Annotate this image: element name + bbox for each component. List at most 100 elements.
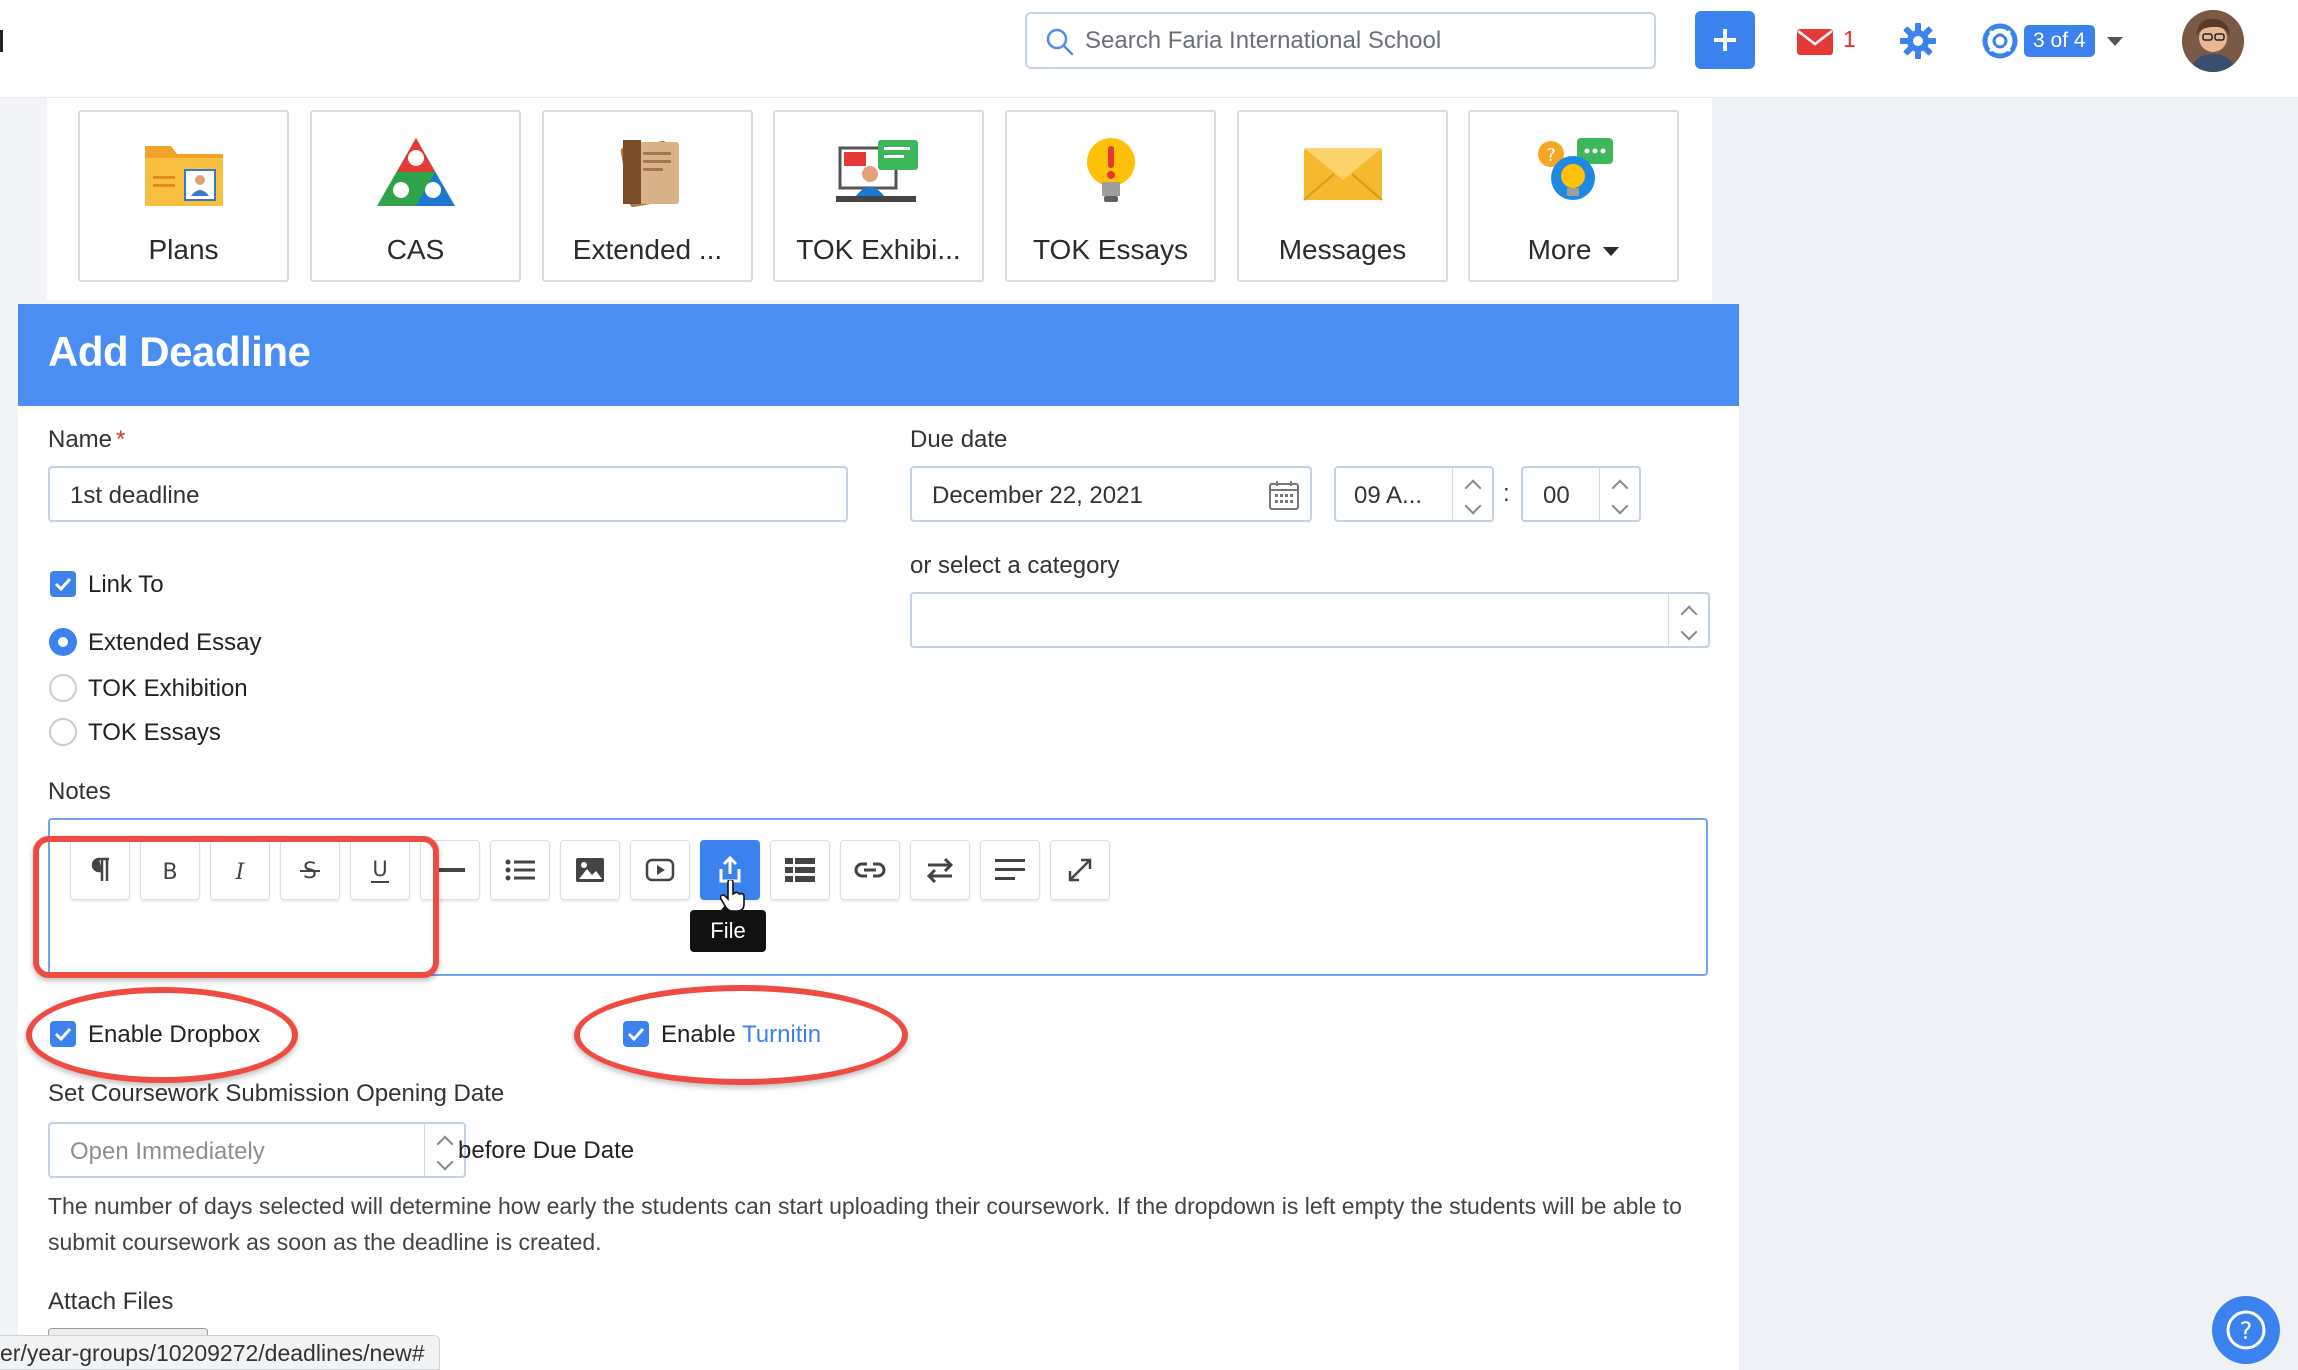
tok-exhibition-icon bbox=[835, 140, 918, 202]
user-photo-icon bbox=[2182, 10, 2244, 72]
text-direction-icon bbox=[926, 857, 954, 883]
hour-value: 09 A... bbox=[1354, 482, 1423, 509]
file-tooltip: File bbox=[690, 902, 766, 952]
search-icon bbox=[1046, 28, 1074, 56]
opening-date-help-text: The number of days selected will determi… bbox=[48, 1193, 1682, 1255]
app-tiles-bar: Plans CAS Extended ... TOK Exhibi... TOK… bbox=[47, 98, 1712, 300]
category-spinner[interactable] bbox=[1668, 594, 1708, 646]
name-label: Name * bbox=[48, 426, 125, 454]
radio-tok-essays[interactable] bbox=[49, 718, 77, 746]
lightbulb-icon bbox=[1086, 138, 1135, 202]
option-extended-essay: Extended Essay bbox=[88, 629, 262, 656]
table-icon bbox=[785, 858, 815, 882]
due-date-field[interactable]: December 22, 2021 bbox=[910, 466, 1312, 522]
tile-label: More bbox=[1470, 234, 1677, 266]
option-tok-essays: TOK Essays bbox=[88, 719, 221, 746]
expand-icon bbox=[1068, 858, 1092, 882]
due-date-value: December 22, 2021 bbox=[932, 482, 1143, 509]
hour-spinner[interactable] bbox=[1452, 468, 1492, 520]
chevron-down-icon bbox=[1680, 623, 1697, 641]
modal-title: Add Deadline bbox=[48, 328, 311, 375]
opening-date-label: Set Coursework Submission Opening Date bbox=[48, 1080, 505, 1107]
mail-icon[interactable] bbox=[1796, 28, 1834, 56]
chevron-down-icon bbox=[1611, 497, 1628, 515]
modal-header: Add Deadline bbox=[18, 304, 1739, 406]
tile-label: TOK Essays bbox=[1032, 234, 1189, 265]
video-button[interactable] bbox=[630, 840, 690, 900]
annotation-turnitin-highlight bbox=[574, 985, 908, 1085]
search-box[interactable] bbox=[1025, 12, 1656, 69]
tile-extended-essay[interactable]: Extended ... bbox=[542, 110, 753, 282]
due-date-label: Due date bbox=[910, 426, 1008, 453]
tile-plans[interactable]: Plans bbox=[78, 110, 289, 282]
chevron-up-icon bbox=[1611, 479, 1628, 497]
radio-tok-exhibition[interactable] bbox=[49, 674, 77, 702]
option-tok-exhibition: TOK Exhibition bbox=[88, 675, 248, 702]
plus-icon bbox=[1714, 29, 1736, 51]
svg-text:?: ? bbox=[1546, 145, 1556, 166]
chevron-down-icon bbox=[436, 1153, 453, 1171]
extended-essay-books-icon bbox=[620, 140, 679, 208]
avatar[interactable] bbox=[2182, 10, 2244, 72]
category-label: or select a category bbox=[910, 552, 1120, 579]
notes-label: Notes bbox=[48, 778, 111, 805]
envelope-icon bbox=[1302, 148, 1383, 201]
minute-value: 00 bbox=[1543, 482, 1570, 509]
align-button[interactable] bbox=[980, 840, 1040, 900]
tile-label: CAS bbox=[386, 234, 445, 265]
mail-count-badge[interactable]: 1 bbox=[1843, 26, 1856, 53]
image-button[interactable] bbox=[560, 840, 620, 900]
tile-cas[interactable]: CAS bbox=[310, 110, 521, 282]
before-due-date-text: before Due Date bbox=[458, 1137, 635, 1164]
add-deadline-modal: Add Deadline Name * 1st deadline Due date… bbox=[18, 304, 1739, 1370]
plans-folder-icon bbox=[144, 146, 223, 206]
search-input[interactable] bbox=[1085, 23, 1645, 59]
caret-down-icon bbox=[1603, 247, 1620, 257]
lifebuoy-icon bbox=[1982, 23, 2018, 59]
hour-select[interactable]: 09 A... bbox=[1334, 466, 1494, 522]
svg-text:?: ? bbox=[2240, 1317, 2253, 1345]
chevron-down-icon bbox=[2106, 36, 2123, 46]
tile-more[interactable]: ? More bbox=[1468, 110, 1679, 282]
text-direction-button[interactable] bbox=[910, 840, 970, 900]
name-field[interactable]: 1st deadline bbox=[48, 466, 848, 522]
chevron-up-icon bbox=[1680, 605, 1697, 623]
annotation-dropbox-highlight bbox=[26, 987, 298, 1083]
tile-tok-essays[interactable]: TOK Essays bbox=[1005, 110, 1216, 282]
calendar-icon[interactable] bbox=[1268, 479, 1300, 511]
chevron-up-icon bbox=[1464, 479, 1481, 497]
link-button[interactable] bbox=[840, 840, 900, 900]
name-field-value: 1st deadline bbox=[70, 482, 200, 509]
time-separator: : bbox=[1503, 480, 1510, 507]
tile-messages[interactable]: Messages bbox=[1237, 110, 1448, 282]
list-icon bbox=[505, 859, 535, 881]
table-button[interactable] bbox=[770, 840, 830, 900]
category-select[interactable] bbox=[910, 592, 1710, 648]
help-menu[interactable]: 3 of 4 bbox=[1982, 22, 2123, 60]
question-circle-icon: ? bbox=[2226, 1310, 2266, 1350]
fullscreen-button[interactable] bbox=[1050, 840, 1110, 900]
tile-label: Messages bbox=[1278, 234, 1407, 265]
name-label-text: Name bbox=[48, 426, 113, 453]
minute-spinner[interactable] bbox=[1599, 468, 1639, 520]
gear-icon[interactable] bbox=[1899, 22, 1937, 60]
top-bar: 1 3 of 4 bbox=[0, 0, 2298, 98]
add-button[interactable] bbox=[1695, 11, 1755, 69]
chevron-up-icon bbox=[436, 1135, 453, 1153]
minute-select[interactable]: 00 bbox=[1521, 466, 1641, 522]
tile-label: Plans bbox=[148, 234, 219, 265]
list-button[interactable] bbox=[490, 840, 550, 900]
annotation-link-to-highlight bbox=[33, 836, 439, 978]
tile-label: Extended ... bbox=[572, 234, 723, 265]
tile-tok-exhibition[interactable]: TOK Exhibi... bbox=[773, 110, 984, 282]
required-marker: * bbox=[116, 426, 126, 453]
cas-triangle-icon bbox=[376, 138, 455, 206]
help-chat-button[interactable]: ? bbox=[2212, 1296, 2280, 1364]
radio-extended-essay[interactable] bbox=[49, 628, 77, 656]
opening-date-select[interactable]: Open Immediately bbox=[48, 1122, 466, 1178]
link-to-label: Link To bbox=[88, 571, 164, 598]
align-left-icon bbox=[995, 859, 1025, 880]
image-icon bbox=[576, 858, 604, 882]
attach-files-label: Attach Files bbox=[48, 1288, 174, 1315]
link-to-checkbox[interactable] bbox=[50, 571, 76, 597]
